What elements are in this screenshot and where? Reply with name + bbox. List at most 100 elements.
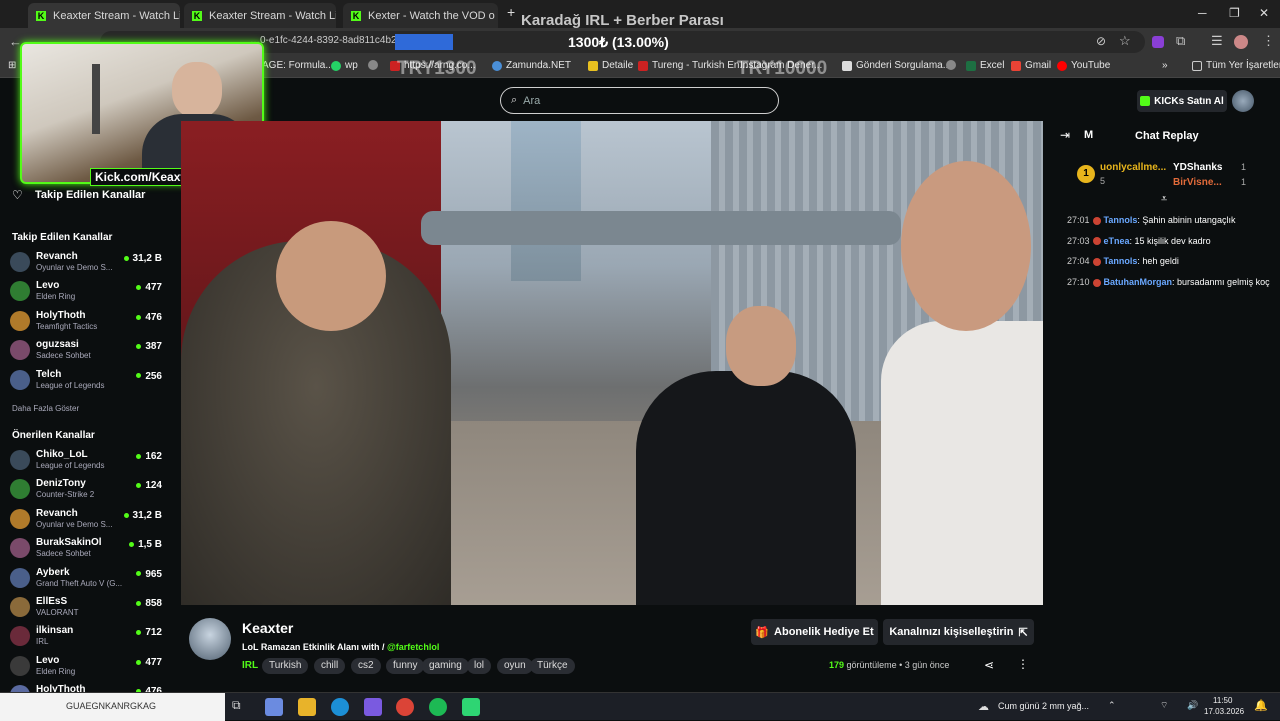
recommended-channel[interactable]: Ayberk Grand Theft Auto V (G... 965 <box>10 565 162 591</box>
bookmark-item[interactable]: Zamunda.NET <box>492 60 571 71</box>
close-window-icon[interactable]: ✕ <box>1259 6 1269 20</box>
viewer-count: 31,2 B <box>124 510 162 521</box>
app-icon[interactable] <box>462 698 480 716</box>
app-icon[interactable] <box>364 698 382 716</box>
tag-chip[interactable]: lol <box>467 658 492 674</box>
leader-name[interactable]: BirVisne... <box>1173 177 1222 188</box>
new-tab-icon[interactable]: + <box>507 4 515 20</box>
spotify-icon[interactable] <box>429 698 447 716</box>
bookmark-item[interactable]: wp <box>331 60 358 71</box>
reading-list-icon[interactable]: ☰ <box>1211 33 1223 49</box>
badge-icon <box>1092 216 1101 225</box>
viewer-count: 477 <box>136 657 162 668</box>
task-view-icon[interactable]: ⧉ <box>232 698 250 716</box>
file-explorer-icon[interactable] <box>298 698 316 716</box>
recommended-channel[interactable]: Chiko_LoL League of Legends 162 <box>10 447 162 473</box>
wifi-icon[interactable]: ⌔ <box>1160 700 1168 711</box>
channel-avatar[interactable] <box>189 618 231 660</box>
eye-off-icon[interactable]: ⊘ <box>1096 34 1106 48</box>
taskbar-search-box[interactable]: GUAEGNKANRGKAG <box>0 693 225 721</box>
bookmark-item[interactable]: Detaile <box>588 60 633 71</box>
apps-grid-icon[interactable]: ⊞ <box>8 60 16 71</box>
show-more-link[interactable]: Daha Fazla Göster <box>12 404 79 413</box>
tab-1[interactable]: KKeaxter Stream - Watch Live on✕ <box>28 3 180 28</box>
tag-chip[interactable]: oyun <box>497 658 533 674</box>
share-icon[interactable]: ⋖ <box>984 658 994 672</box>
volume-icon[interactable]: 🔊 <box>1187 700 1198 711</box>
channel-category: Oyunlar ve Demo S... <box>36 519 113 529</box>
following-channel[interactable]: Levo Elden Ring 477 <box>10 278 162 304</box>
category-link[interactable]: IRL <box>242 660 258 671</box>
following-channel[interactable]: Telch League of Legends 256 <box>10 367 162 393</box>
leader-name[interactable]: YDShanks <box>1173 162 1222 173</box>
channel-avatar <box>10 340 30 361</box>
gift-subscription-button[interactable]: 🎁 Abonelik Hediye Et <box>751 619 878 645</box>
recommended-channel[interactable]: Revanch Oyunlar ve Demo S... 31,2 B <box>10 506 162 532</box>
bookmark-item[interactable]: Gönderi Sorgulama... <box>842 60 951 71</box>
channel-category: League of Legends <box>36 380 105 390</box>
tag-chip[interactable]: Türkçe <box>530 658 575 674</box>
more-options-icon[interactable]: ⋮ <box>1017 657 1029 671</box>
badge-icon <box>1092 237 1101 246</box>
tag-chip[interactable]: cs2 <box>351 658 381 674</box>
mention-link[interactable]: @farfetchlol <box>387 642 439 652</box>
bookmark-item[interactable]: AGE: Formula... <box>262 60 334 71</box>
following-nav-item[interactable]: Takip Edilen Kanallar <box>35 189 145 201</box>
recommended-channel[interactable]: ilkinsan IRL 712 <box>10 623 162 649</box>
video-player[interactable] <box>181 121 1043 605</box>
extension-icon[interactable] <box>1152 36 1164 48</box>
channel-name: HolyThoth <box>36 309 86 321</box>
clock-time[interactable]: 11:50 <box>1213 696 1232 705</box>
weather-text[interactable]: Cum günü 2 mm yağ... <box>998 701 1089 711</box>
notification-icon[interactable]: 🔔 <box>1254 699 1268 712</box>
recommended-channel[interactable]: Levo Elden Ring 477 <box>10 653 162 679</box>
search-input[interactable]: ⌕ Ara <box>500 87 779 114</box>
customize-channel-button[interactable]: Kanalınızı kişiselleştirin ⇱ <box>883 619 1034 645</box>
top-gifter-name[interactable]: uonlycallme... <box>1100 162 1166 173</box>
extensions-puzzle-icon[interactable]: ⧉ <box>1176 33 1185 49</box>
bookmark-item[interactable] <box>368 60 382 70</box>
user-avatar[interactable] <box>1232 90 1254 112</box>
bookmark-item[interactable]: Gmail <box>1011 60 1051 71</box>
maximize-icon[interactable]: ❐ <box>1229 6 1240 20</box>
close-tab-icon[interactable]: ✕ <box>495 9 498 22</box>
bookmark-item[interactable] <box>946 60 960 70</box>
channel-name: BurakSakinOl <box>36 537 102 549</box>
bookmark-item[interactable]: Tureng - Turkish En... <box>638 60 748 71</box>
tag-chip[interactable]: funny <box>386 658 425 674</box>
message-user[interactable]: Tannols <box>1104 215 1138 225</box>
bookmark-star-icon[interactable]: ☆ <box>1119 33 1131 49</box>
recommended-channel[interactable]: BurakSakinOl Sadece Sohbet 1,5 B <box>10 535 162 561</box>
more-menu-icon[interactable]: ⋮ <box>1262 33 1275 49</box>
overlay-goal-title: Karadağ IRL + Berber Parası <box>521 12 724 29</box>
tab-2[interactable]: KKeaxter Stream - Watch Live on✕ <box>184 3 336 28</box>
tab-3[interactable]: K Kexter - Watch the VOD o✕ <box>343 3 498 28</box>
message-user[interactable]: Tannols <box>1104 256 1138 266</box>
expand-leaderboard-icon[interactable]: ⩡ <box>1161 193 1167 206</box>
clock-date[interactable]: 17.03.2026 <box>1204 707 1244 716</box>
collapse-chat-icon[interactable]: ⇥ <box>1060 128 1070 142</box>
minimize-icon[interactable]: ─ <box>1198 6 1207 20</box>
message-user[interactable]: eTnea <box>1104 236 1130 246</box>
tag-chip[interactable]: Turkish <box>262 658 309 674</box>
following-channel[interactable]: HolyThoth Teamfight Tactics 476 <box>10 308 162 334</box>
following-channel[interactable]: Revanch Oyunlar ve Demo S... 31,2 B <box>10 249 162 275</box>
channel-category: VALORANT <box>36 608 79 617</box>
buy-kicks-button[interactable]: KICKs Satın Al <box>1137 90 1227 112</box>
bookmark-item[interactable]: Excel <box>966 60 1004 71</box>
recommended-channel[interactable]: EllEsS VALORANT 858 <box>10 594 162 620</box>
tray-overflow-icon[interactable]: ⌃ <box>1108 700 1116 711</box>
tag-chip[interactable]: chill <box>314 658 346 674</box>
recommended-channel[interactable]: DenizTony Counter-Strike 2 124 <box>10 476 162 502</box>
following-channel[interactable]: oguzsasi Sadece Sohbet 387 <box>10 337 162 363</box>
chrome-icon[interactable] <box>396 698 414 716</box>
message-user[interactable]: BatuhanMorgan <box>1104 277 1173 287</box>
bookmark-item[interactable]: YouTube <box>1057 60 1110 71</box>
profile-avatar[interactable] <box>1234 35 1248 49</box>
bookmarks-overflow-icon[interactable]: » <box>1162 60 1168 71</box>
copilot-icon[interactable] <box>265 698 283 716</box>
all-bookmarks-folder[interactable]: Tüm Yer İşaretleri <box>1192 60 1280 71</box>
tag-chip[interactable]: gaming <box>422 658 469 674</box>
edge-icon[interactable] <box>331 698 349 716</box>
channel-name[interactable]: Keaxter <box>242 620 293 636</box>
